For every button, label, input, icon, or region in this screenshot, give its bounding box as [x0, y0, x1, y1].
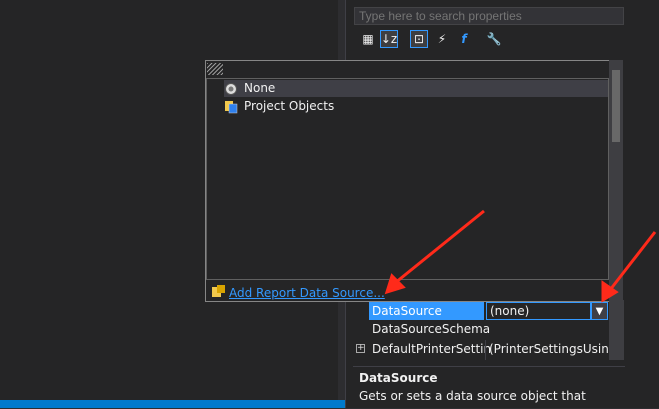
annotation-arrow-left: [384, 209, 485, 295]
annotation-arrow-right: [601, 231, 657, 303]
annotation-arrows: [384, 209, 657, 303]
